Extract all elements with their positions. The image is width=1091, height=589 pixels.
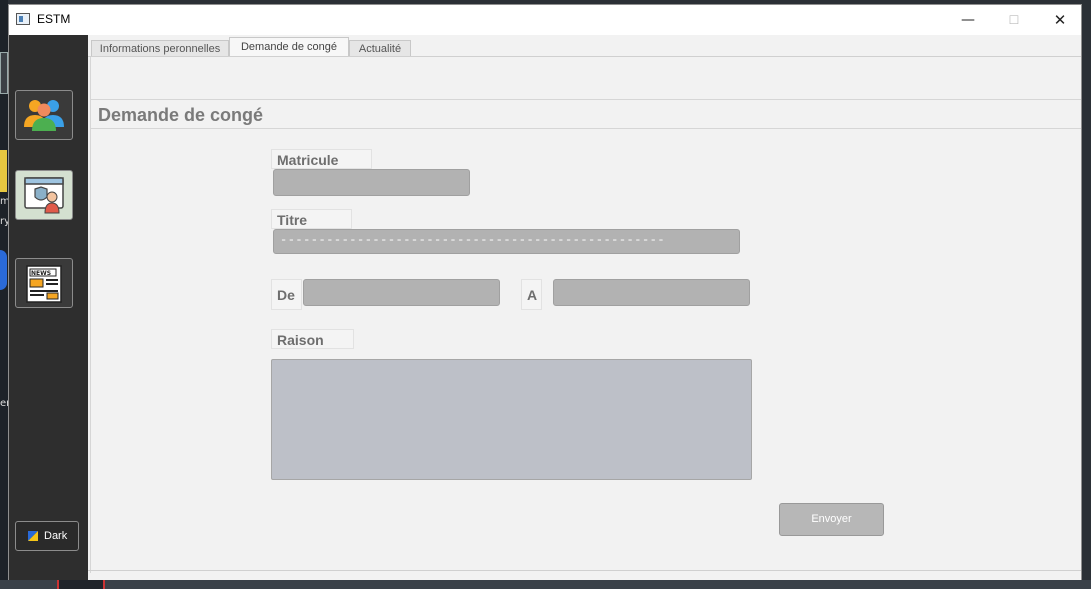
sidebar: NEWS Dark [9,35,88,580]
a-date-input[interactable] [553,279,750,306]
taskbar [0,580,1091,589]
page-title: Demande de congé [98,105,264,125]
footer-divider [88,570,1081,571]
users-group-icon [24,100,64,131]
envoyer-button[interactable]: Envoyer [779,503,884,536]
tab-demande-de-conge[interactable]: Demande de congé [229,37,349,57]
svg-text:NEWS: NEWS [31,270,51,277]
titre-input[interactable]: ----------------------------------------… [273,229,740,254]
de-label: De [271,279,302,310]
tab-informations-personnelles[interactable]: Informations peronnelles [91,40,229,57]
main-content: Informations peronnelles Demande de cong… [88,35,1081,580]
window-title: ESTM [37,12,71,26]
titre-label: Titre [271,209,352,229]
tab-actualite[interactable]: Actualité [349,40,411,57]
title-bar[interactable]: ESTM — ☐ ✕ [9,5,1081,35]
matricule-input[interactable] [273,169,470,196]
raison-textarea[interactable] [271,359,752,480]
sidebar-item-news[interactable]: NEWS [15,258,73,308]
close-button[interactable]: ✕ [1037,5,1083,35]
matricule-label: Matricule [271,149,372,169]
taskbar-item[interactable] [57,580,105,589]
newspaper-icon: NEWS [26,265,62,303]
minimize-button[interactable]: — [945,5,991,35]
security-agent-icon [24,177,64,214]
desktop-icon[interactable] [0,52,8,94]
tab-panel [90,57,1081,573]
maximize-button[interactable]: ☐ [991,5,1037,35]
de-date-input[interactable] [303,279,500,306]
sidebar-item-employees[interactable] [15,90,73,140]
dark-mode-button[interactable]: Dark [15,521,79,551]
a-label: A [521,279,542,310]
app-icon [16,13,30,25]
titre-value: ----------------------------------------… [280,233,666,247]
desktop-icon[interactable] [0,150,7,192]
theme-palette-icon [28,531,38,541]
raison-label: Raison [271,329,354,349]
desktop-icon[interactable] [0,250,7,290]
app-window: ESTM — ☐ ✕ NEWS Dark Informations peronn… [8,4,1082,580]
sidebar-item-leave-request[interactable] [15,170,73,220]
